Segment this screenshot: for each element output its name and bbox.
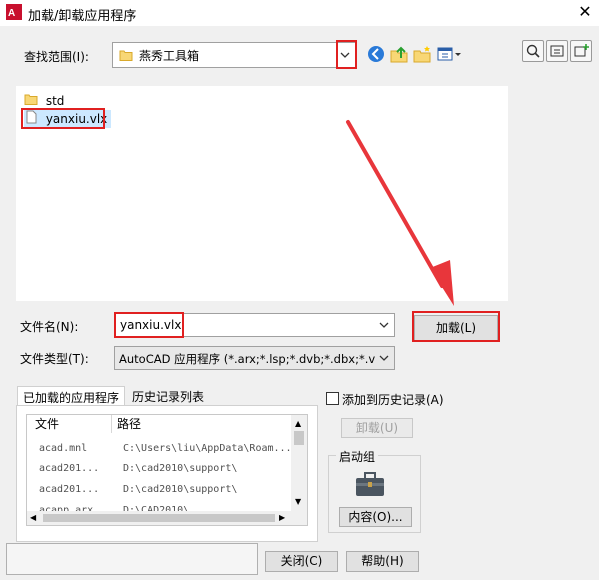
column-header-path[interactable]: 路径 xyxy=(117,415,141,433)
annotation-highlight xyxy=(412,311,500,342)
file-name: std xyxy=(45,94,65,108)
scroll-down-icon[interactable]: ▼ xyxy=(295,497,301,506)
chevron-down-icon xyxy=(377,351,391,365)
back-icon[interactable] xyxy=(366,44,388,66)
unload-button[interactable]: 卸载(U) xyxy=(341,418,413,438)
table-cell: acad201... xyxy=(39,484,100,495)
column-divider xyxy=(111,415,112,433)
table-cell: D:\cad2010\support\ xyxy=(123,484,238,495)
autocad-app-icon: A xyxy=(6,4,22,20)
new-folder-icon[interactable] xyxy=(412,44,434,66)
loaded-apps-table[interactable]: 文件 路径 acad.mnl C:\Users\liu\AppData\Roam… xyxy=(26,414,308,526)
table-cell: C:\Users\liu\AppData\Roam... xyxy=(123,443,292,454)
window-title: 加载/卸载应用程序 xyxy=(28,9,137,24)
vertical-scrollbar[interactable]: ▲ ▼ xyxy=(291,415,307,525)
filetype-value: AutoCAD 应用程序 (*.arx;*.lsp;*.dvb;*.dbx;*.… xyxy=(119,352,375,366)
look-in-value: 燕秀工具箱 xyxy=(139,49,200,63)
scroll-right-icon[interactable]: ▶ xyxy=(279,513,285,522)
startup-group-label: 启动组 xyxy=(336,448,379,465)
add-location-icon[interactable] xyxy=(570,40,592,62)
filetype-dropdown[interactable]: AutoCAD 应用程序 (*.arx;*.lsp;*.dvb;*.dbx;*.… xyxy=(114,346,395,370)
filetype-label: 文件类型(T): xyxy=(20,352,89,366)
annotation-highlight xyxy=(114,312,184,338)
table-cell: D:\cad2010\support\ xyxy=(123,463,238,474)
look-in-label: 查找范围(I): xyxy=(24,50,89,64)
close-window-button[interactable]: ✕ xyxy=(574,1,596,23)
views-menu-icon[interactable] xyxy=(436,44,464,66)
add-to-history-label: 添加到历史记录(A) xyxy=(342,393,444,407)
close-button[interactable]: 关闭(C) xyxy=(265,551,338,572)
table-cell: acad.mnl xyxy=(39,443,88,454)
annotation-highlight xyxy=(336,40,357,69)
column-header-file[interactable]: 文件 xyxy=(35,415,59,433)
scroll-thumb[interactable] xyxy=(43,514,275,522)
filename-label: 文件名(N): xyxy=(20,320,79,334)
annotation-highlight xyxy=(21,108,105,129)
chevron-down-icon xyxy=(377,318,391,332)
add-to-history-checkbox[interactable] xyxy=(326,392,339,405)
tools-folder-icon[interactable] xyxy=(546,40,568,62)
briefcase-icon xyxy=(354,470,386,501)
scroll-thumb[interactable] xyxy=(294,431,304,445)
horizontal-scrollbar[interactable]: ◀ ▶ xyxy=(27,511,291,525)
svg-text:A: A xyxy=(8,8,15,19)
scroll-up-icon[interactable]: ▲ xyxy=(295,419,301,428)
folder-icon xyxy=(119,48,133,65)
table-cell: acad201... xyxy=(39,463,100,474)
annotation-arrow xyxy=(346,120,454,306)
contents-button[interactable]: 内容(O)... xyxy=(339,507,412,527)
scroll-left-icon[interactable]: ◀ xyxy=(30,513,36,522)
status-box xyxy=(6,543,258,575)
up-folder-icon[interactable] xyxy=(389,44,411,66)
find-file-icon[interactable] xyxy=(522,40,544,62)
look-in-dropdown[interactable]: 燕秀工具箱 xyxy=(112,42,356,68)
help-button[interactable]: 帮助(H) xyxy=(346,551,419,572)
